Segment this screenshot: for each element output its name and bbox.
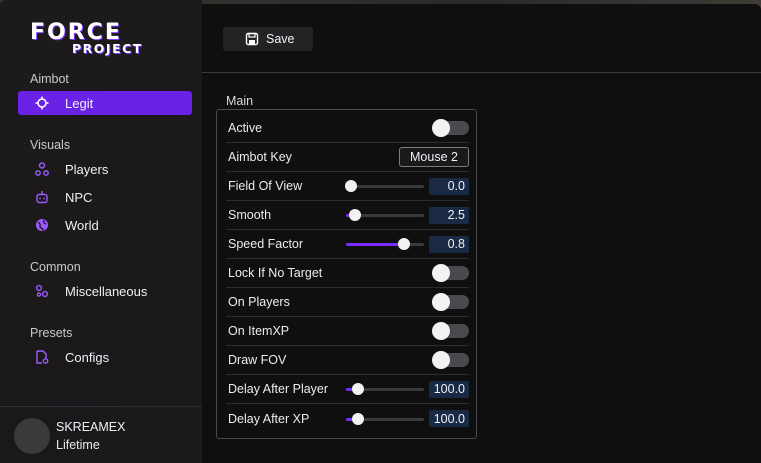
file-gear-icon [35, 350, 49, 364]
delay-after-xp-slider[interactable] [346, 412, 424, 426]
globe-icon [35, 218, 49, 232]
sidebar-item-legit[interactable]: Legit [18, 91, 192, 115]
setting-label: Lock If No Target [228, 266, 323, 280]
toggle-knob [432, 322, 450, 340]
slider-thumb[interactable] [398, 238, 410, 250]
smooth-slider[interactable] [346, 208, 424, 222]
speed-factor-value[interactable]: 0.8 [429, 235, 469, 253]
aimbot-key-button[interactable]: Mouse 2 [399, 147, 469, 167]
setting-row-on-players: On Players [226, 288, 469, 317]
logo: FORCE PROJECT [30, 20, 180, 60]
setting-label: On Players [228, 295, 290, 309]
players-icon [35, 162, 49, 176]
speed-factor-slider[interactable] [346, 237, 424, 251]
slider-thumb[interactable] [349, 209, 361, 221]
user-card: SKREAMEX Lifetime [0, 406, 202, 463]
draw-fov-toggle[interactable] [432, 351, 469, 369]
active-toggle[interactable] [432, 119, 469, 137]
setting-label: Field Of View [228, 179, 303, 193]
lock-if-no-target-toggle[interactable] [432, 264, 469, 282]
slider-fill [346, 243, 404, 246]
toggle-knob [432, 264, 450, 282]
sidebar-item-label: World [65, 217, 99, 233]
delay-after-player-slider[interactable] [346, 382, 424, 396]
sidebar: FORCE PROJECT Aimbot Legit Visuals Playe… [0, 0, 202, 463]
slider-thumb[interactable] [352, 383, 364, 395]
setting-row-delay-after-player: Delay After Player 100.0 [226, 375, 469, 404]
setting-row-smooth: Smooth 2.5 [226, 201, 469, 230]
section-title-aimbot: Aimbot [30, 72, 69, 86]
setting-row-on-itemxp: On ItemXP [226, 317, 469, 346]
save-button[interactable]: Save [223, 27, 313, 51]
toggle-knob [432, 351, 450, 369]
floppy-disk-icon [245, 32, 259, 46]
setting-label: Active [228, 121, 263, 135]
field-of-view-slider[interactable] [345, 179, 424, 193]
sidebar-item-label: Configs [65, 349, 110, 365]
setting-row-speed-factor: Speed Factor 0.8 [226, 230, 469, 259]
sidebar-item-label: Miscellaneous [65, 283, 148, 299]
setting-label: Delay After Player [228, 382, 329, 396]
section-title-visuals: Visuals [30, 138, 71, 152]
user-tier: Lifetime [56, 438, 100, 452]
sidebar-item-players[interactable]: Players [18, 157, 192, 181]
field-of-view-value[interactable]: 0.0 [429, 177, 469, 195]
sidebar-item-configs[interactable]: Configs [18, 345, 192, 369]
sidebar-item-miscellaneous[interactable]: Miscellaneous [18, 279, 192, 303]
logo-line2: PROJECT [72, 41, 143, 56]
sidebar-item-world[interactable]: World [18, 213, 192, 237]
setting-label: Aimbot Key [228, 150, 292, 164]
sidebar-item-label: NPC [65, 189, 93, 205]
misc-icon [35, 284, 49, 298]
setting-label: Delay After XP [228, 411, 310, 426]
avatar [14, 418, 50, 454]
delay-after-player-value[interactable]: 100.0 [429, 380, 469, 398]
divider [202, 72, 761, 73]
settings-panel: Active Aimbot Key Mouse 2 Field Of View … [216, 109, 477, 439]
slider-track [346, 185, 424, 188]
setting-label: Draw FOV [228, 353, 287, 367]
main-content: Save Main Active Aimbot Key Mouse 2 Fiel… [202, 4, 761, 463]
setting-label: On ItemXP [228, 324, 290, 338]
sidebar-item-label: Legit [65, 95, 94, 111]
slider-thumb[interactable] [345, 180, 357, 192]
sidebar-item-npc[interactable]: NPC [18, 185, 192, 209]
setting-row-lock-if-no-target: Lock If No Target [226, 259, 469, 288]
setting-row-aimbot-key: Aimbot Key Mouse 2 [226, 143, 469, 172]
on-itemxp-toggle[interactable] [432, 322, 469, 340]
section-title-presets: Presets [30, 326, 73, 340]
on-players-toggle[interactable] [432, 293, 469, 311]
setting-row-draw-fov: Draw FOV [226, 346, 469, 375]
crosshair-icon [35, 96, 49, 110]
slider-thumb[interactable] [352, 412, 364, 425]
group-title-main: Main [226, 94, 254, 108]
delay-after-xp-value[interactable]: 100.0 [429, 410, 469, 427]
sidebar-item-label: Players [65, 161, 109, 177]
toggle-knob [432, 119, 450, 137]
app-window: FORCE PROJECT Aimbot Legit Visuals Playe… [0, 0, 761, 463]
toggle-knob [432, 293, 450, 311]
save-label: Save [266, 32, 295, 46]
user-name: SKREAMEX [56, 420, 126, 434]
section-title-common: Common [30, 260, 81, 274]
smooth-value[interactable]: 2.5 [429, 206, 469, 224]
setting-row-delay-after-xp: Delay After XP 100.0 [226, 404, 469, 433]
setting-label: Smooth [228, 208, 272, 222]
robot-icon [35, 190, 49, 204]
setting-row-active: Active [226, 114, 469, 143]
setting-row-field-of-view: Field Of View 0.0 [226, 172, 469, 201]
setting-label: Speed Factor [228, 237, 304, 251]
